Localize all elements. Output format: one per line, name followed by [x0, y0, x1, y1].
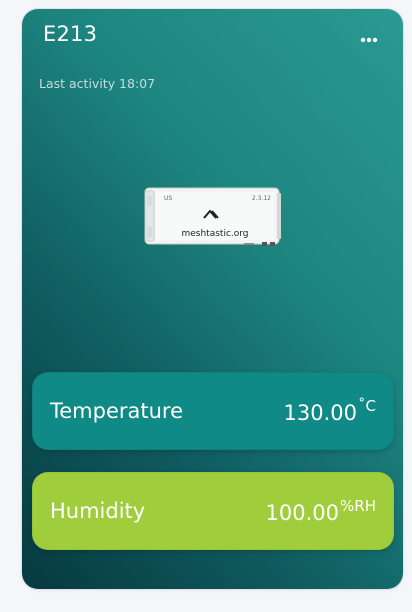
device-name: E213 — [43, 22, 98, 46]
screen-version-label: 2.3.12 — [252, 195, 271, 202]
humidity-value-group: 100.00%RH — [266, 497, 376, 525]
temperature-unit: ˚C — [358, 397, 376, 415]
more-options-button[interactable] — [355, 29, 383, 51]
temperature-value: 130.00 — [283, 401, 358, 425]
screen-region-label: US — [164, 195, 172, 202]
humidity-label: Humidity — [50, 499, 146, 523]
device-card: E213 Last activity 18:07 US 2.3.12 mesht… — [22, 9, 403, 589]
temperature-tile[interactable]: Temperature 130.00˚C — [32, 372, 394, 450]
humidity-tile[interactable]: Humidity 100.00%RH — [32, 472, 394, 550]
device-image: US 2.3.12 meshtastic.org — [144, 187, 281, 246]
temperature-value-group: 130.00˚C — [284, 397, 376, 425]
last-activity-text: Last activity 18:07 — [39, 76, 156, 91]
more-horizontal-icon — [360, 37, 378, 43]
humidity-value: 100.00 — [265, 501, 340, 525]
temperature-label: Temperature — [50, 399, 184, 423]
device-image-caption: meshtastic.org — [181, 229, 248, 239]
humidity-unit: %RH — [340, 497, 376, 515]
